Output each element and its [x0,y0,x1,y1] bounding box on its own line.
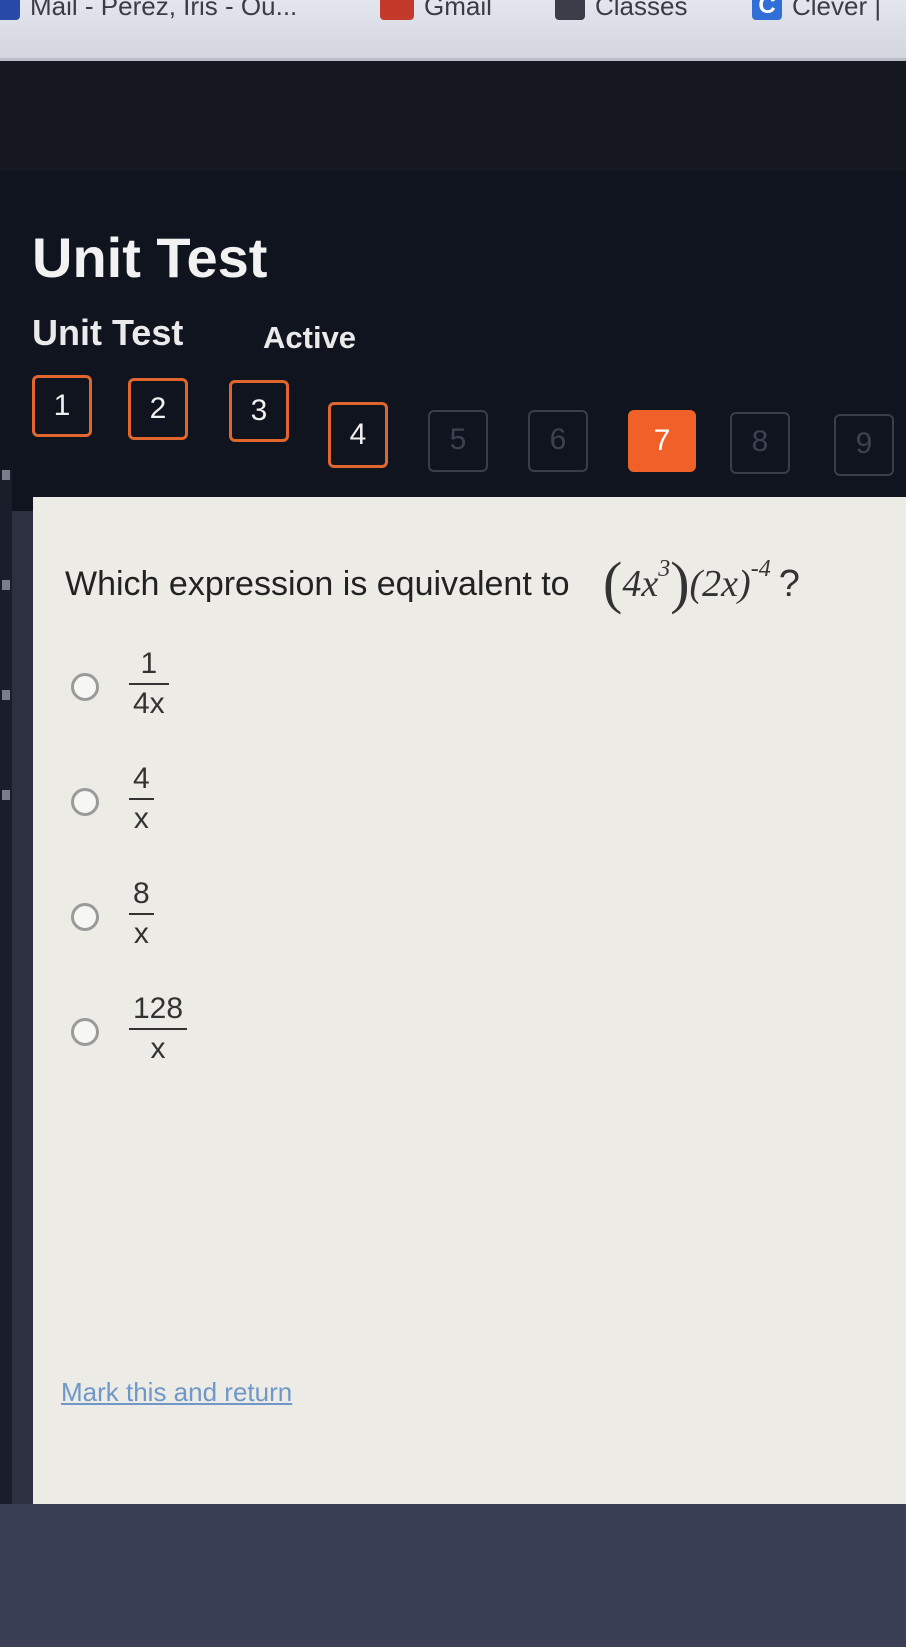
option-fraction: 8 x [129,877,154,951]
fraction-bar [129,798,154,800]
radio-button[interactable] [71,1018,99,1046]
fraction-numerator: 4 [133,762,150,795]
fraction-bar [129,913,154,915]
question-card: Which expression is equivalent to (4x3)(… [33,497,906,1504]
fraction-denominator: x [133,802,149,835]
bookmark-gmail[interactable]: Gmail [380,0,492,26]
fraction-numerator: 8 [133,877,150,910]
expr-open-paren: ( [603,550,623,615]
question-button-3[interactable]: 3 [229,380,289,442]
question-button-5: 5 [428,410,488,472]
bookmark-clever[interactable]: C Clever | [752,0,881,26]
question-expression: (4x3)(2x)-4? [603,549,800,616]
clever-icon: C [752,0,782,20]
fraction-denominator: x [133,917,149,950]
gmail-icon [380,0,414,20]
question-button-7[interactable]: 7 [628,410,696,472]
fraction-bar [129,683,169,685]
left-edge-strip [0,470,12,1570]
bookmark-mail[interactable]: Mail - Perez, Iris - Ou... [0,0,297,26]
option-fraction: 4 x [129,762,154,836]
expr-factor: (2x) [689,563,751,605]
radio-button[interactable] [71,673,99,701]
fraction-denominator: x [150,1032,166,1065]
edge-marker [2,790,10,800]
answer-option-2[interactable]: 4 x [71,762,371,842]
expr-close-paren: ) [670,550,690,615]
fraction-numerator: 128 [133,992,184,1025]
answer-option-1[interactable]: 1 4x [71,647,371,727]
bookmark-classes[interactable]: Classes [555,0,687,26]
bookmark-label: Classes [595,0,688,21]
question-button-1[interactable]: 1 [32,375,92,437]
mail-icon [0,0,20,20]
bookmark-label: Clever | [792,0,882,21]
option-fraction: 1 4x [129,647,169,721]
expr-question-mark: ? [778,563,800,605]
question-button-2[interactable]: 2 [128,378,188,440]
answer-option-3[interactable]: 8 x [71,877,371,957]
fraction-bar [129,1028,188,1030]
page-bottom-area [0,1504,906,1647]
question-button-4[interactable]: 4 [328,402,388,468]
answer-option-4[interactable]: 128 x [71,992,371,1072]
expr-exponent-negative: -4 [750,556,771,583]
fraction-denominator: 4x [133,687,165,720]
radio-button[interactable] [71,903,99,931]
question-button-9: 9 [834,414,894,476]
question-button-6: 6 [528,410,588,472]
test-subtitle: Unit Test [32,312,184,353]
top-band [0,61,906,171]
edge-marker [2,580,10,590]
radio-button[interactable] [71,788,99,816]
option-fraction: 128 x [129,992,188,1066]
bookmark-label: Mail - Perez, Iris - Ou... [30,0,298,21]
bookmarks-bar: Mail - Perez, Iris - Ou... Gmail Classes… [0,0,906,61]
status-label: Active [263,320,357,355]
question-button-8: 8 [730,412,790,474]
fraction-numerator: 1 [140,647,158,680]
mark-and-return-link[interactable]: Mark this and return [61,1377,292,1408]
edge-marker [2,470,10,480]
question-prompt: Which expression is equivalent to [65,565,570,603]
edge-marker [2,690,10,700]
expr-base: 4x [622,563,659,605]
expr-exponent: 3 [658,556,671,583]
classes-icon [555,0,585,20]
page-title: Unit Test [32,226,268,289]
bookmark-label: Gmail [424,0,492,21]
